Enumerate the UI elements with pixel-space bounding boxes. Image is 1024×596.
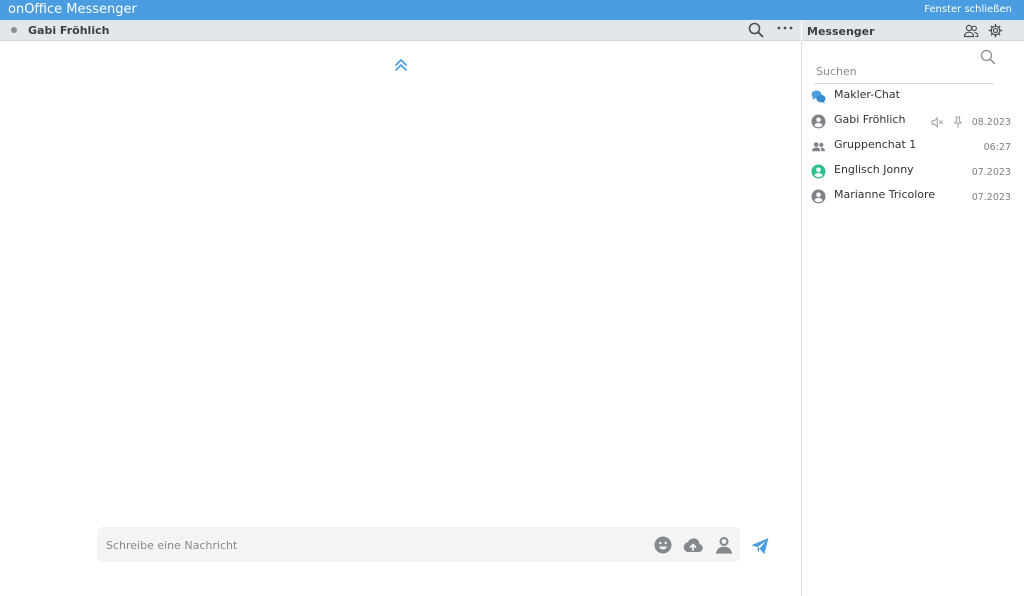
app-title: onOffice Messenger xyxy=(8,2,137,17)
message-composer xyxy=(97,527,740,562)
double-chevron-up-icon[interactable] xyxy=(393,57,409,73)
gear-icon[interactable] xyxy=(988,23,1003,38)
message-input[interactable] xyxy=(106,536,626,554)
user-icon xyxy=(811,114,826,129)
upload-cloud-icon[interactable] xyxy=(682,536,704,554)
chat-item-name: Englisch Jonny xyxy=(834,163,914,176)
chat-item-time: 08.2023 xyxy=(971,117,1011,128)
pin-icon xyxy=(954,116,962,128)
title-bar: onOffice Messenger Fenster schließen xyxy=(0,0,1024,20)
close-window-link[interactable]: Fenster schließen xyxy=(924,4,1012,15)
chat-item-makler-chat[interactable]: Makler-Chat xyxy=(802,84,1024,109)
chat-item-name: Marianne Tricolore xyxy=(834,188,936,201)
chat-item-time: 07.2023 xyxy=(971,192,1011,203)
chat-item-name: Gruppenchat 1 xyxy=(834,138,917,151)
search-icon[interactable] xyxy=(748,22,764,38)
more-options-icon[interactable] xyxy=(776,20,794,36)
emoji-icon[interactable] xyxy=(654,536,672,554)
users-icon[interactable] xyxy=(963,23,979,39)
presence-status-dot xyxy=(11,27,17,33)
chat-header: Gabi Fröhlich xyxy=(0,20,801,41)
chat-item-name: Gabi Fröhlich xyxy=(834,113,906,126)
chat-list: Makler-Chat Gabi Fröhlich 08.2023 Gruppe… xyxy=(802,84,1024,209)
sidebar-search-input[interactable] xyxy=(814,60,994,84)
chat-item-gruppenchat-1[interactable]: Gruppenchat 1 06:27 xyxy=(802,134,1024,159)
contact-card-icon[interactable] xyxy=(715,535,733,554)
mute-icon xyxy=(931,117,943,128)
send-icon[interactable] xyxy=(750,536,770,556)
sidebar-title: Messenger xyxy=(807,25,875,38)
chat-item-gabi-froehlich[interactable]: Gabi Fröhlich 08.2023 xyxy=(802,109,1024,134)
chat-item-time: 07.2023 xyxy=(971,167,1011,178)
chat-partner-name: Gabi Fröhlich xyxy=(28,24,110,37)
chat-item-marianne-tricolore[interactable]: Marianne Tricolore 07.2023 xyxy=(802,184,1024,209)
chat-bubbles-icon xyxy=(811,90,826,104)
chat-item-name: Makler-Chat xyxy=(834,88,900,101)
chat-item-englisch-jonny[interactable]: Englisch Jonny 07.2023 xyxy=(802,159,1024,184)
group-icon xyxy=(812,142,825,152)
chat-item-time: 06:27 xyxy=(983,142,1011,153)
sidebar-header: Messenger xyxy=(802,20,1024,41)
user-icon xyxy=(811,189,826,204)
user-online-icon xyxy=(811,164,826,179)
